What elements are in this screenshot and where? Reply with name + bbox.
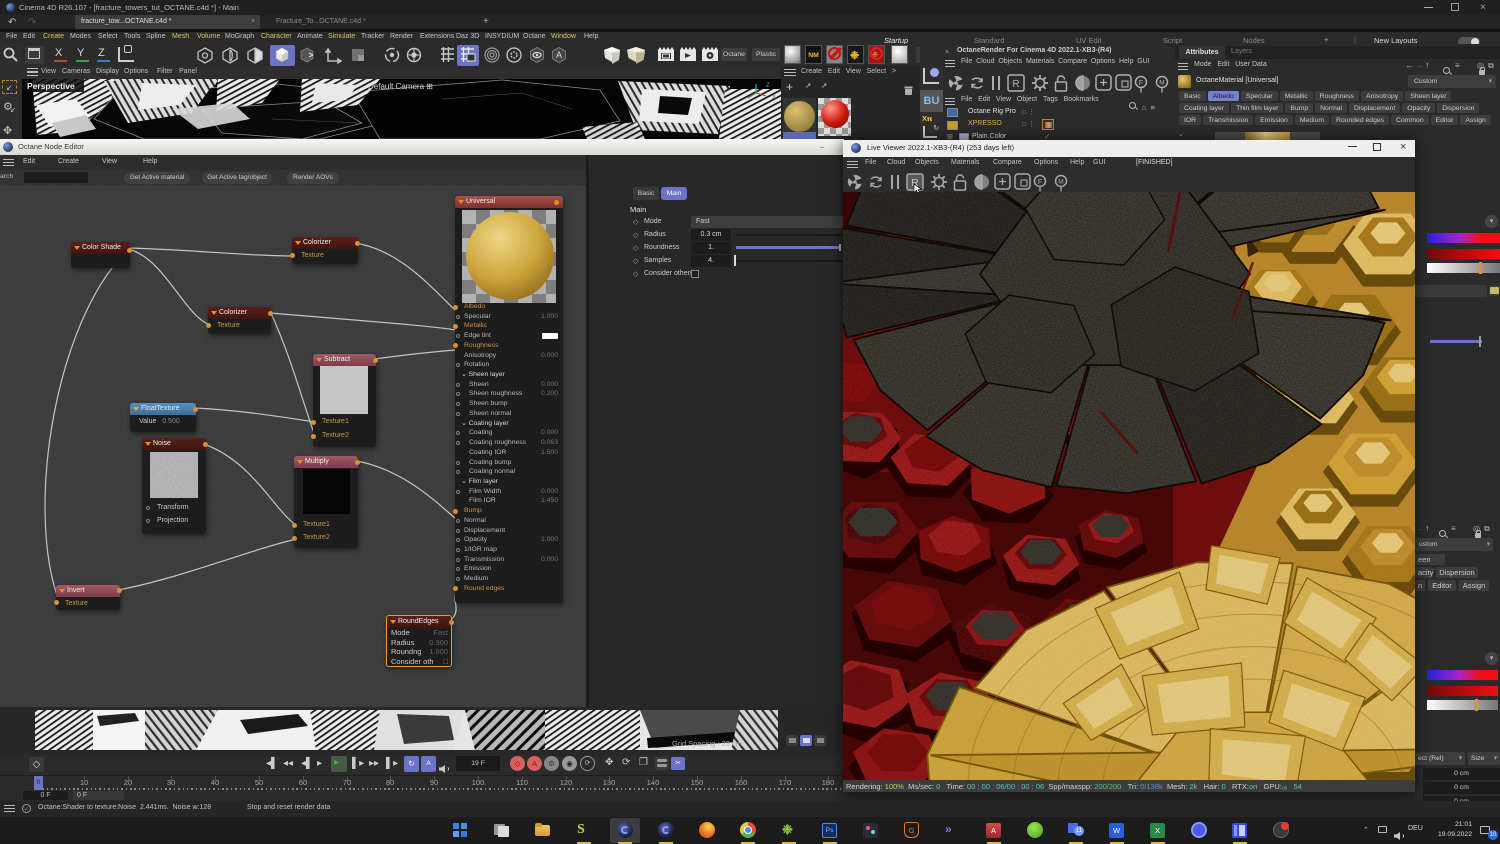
svg-text:M: M: [1058, 179, 1063, 186]
svg-text:X: X: [772, 95, 776, 101]
svg-text:Default Camera ⊞: Default Camera ⊞: [368, 82, 433, 91]
svg-text:Z: Z: [766, 83, 770, 89]
svg-text:A: A: [556, 50, 562, 60]
svg-text:F: F: [1139, 78, 1144, 87]
svg-text:Perspective: Perspective: [27, 81, 75, 91]
svg-text:R: R: [1012, 79, 1019, 90]
svg-text:Grid Spacing : 20 cm: Grid Spacing : 20 cm: [672, 739, 742, 748]
svg-text:M: M: [1159, 80, 1164, 87]
svg-text:F: F: [1038, 177, 1043, 186]
